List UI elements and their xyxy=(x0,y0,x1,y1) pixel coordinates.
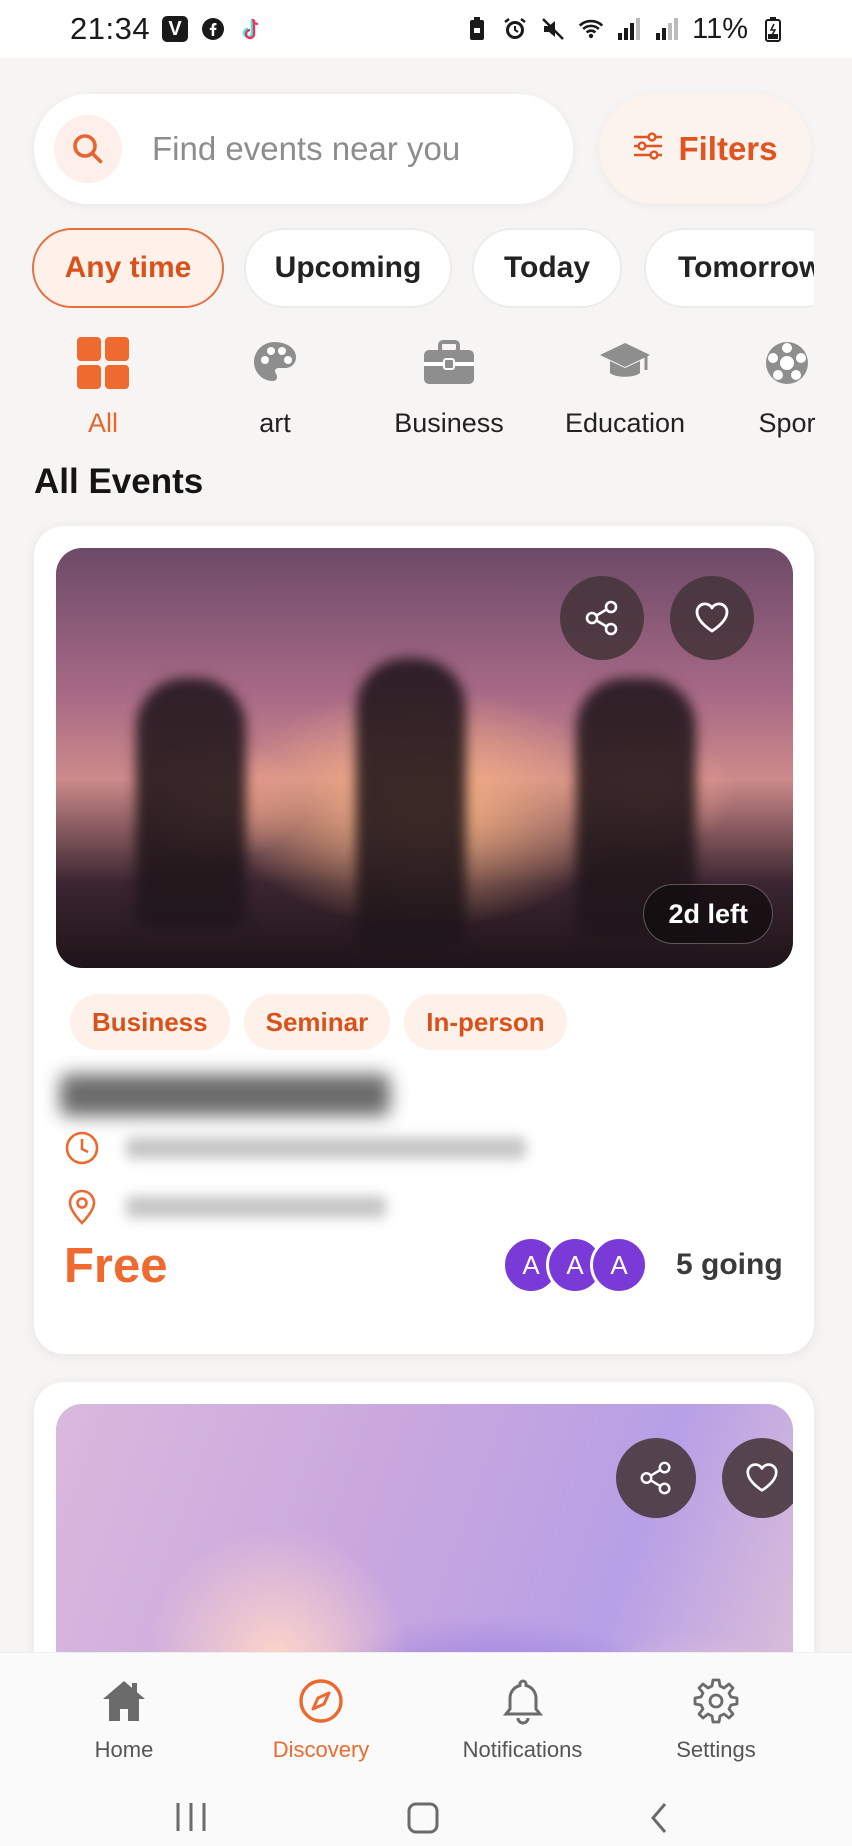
compass-icon xyxy=(256,1675,386,1727)
heart-icon xyxy=(695,602,729,633)
category-education[interactable]: Education xyxy=(555,334,695,439)
nav-home[interactable]: Home xyxy=(64,1675,184,1763)
category-all[interactable]: All xyxy=(53,334,153,439)
event-image: 2d left xyxy=(56,548,793,968)
category-label: Business xyxy=(394,408,504,438)
battery-percent: 11% xyxy=(692,12,748,45)
status-time: 21:34 xyxy=(70,11,151,46)
nav-settings[interactable]: Settings xyxy=(660,1675,772,1763)
heart-icon xyxy=(746,1463,778,1492)
chip-today[interactable]: Today xyxy=(472,228,622,308)
going-count: 5 going xyxy=(676,1248,783,1281)
image-figure xyxy=(136,678,246,928)
briefcase-icon xyxy=(383,334,515,392)
system-navigation-bar xyxy=(0,1801,852,1846)
nav-label: Notifications xyxy=(462,1737,583,1762)
category-sports[interactable]: Spor xyxy=(742,334,832,439)
event-date-row xyxy=(64,1130,526,1166)
bottom-navigation: Home Discovery Notifications Settings xyxy=(0,1652,852,1846)
chip-tomorrow[interactable]: Tomorrow xyxy=(644,228,814,308)
alarm-icon xyxy=(502,16,528,42)
category-label: Spor xyxy=(758,408,816,438)
status-left: 21:34 V xyxy=(70,11,264,47)
chip-upcoming[interactable]: Upcoming xyxy=(244,228,452,308)
location-pin-icon xyxy=(68,1189,96,1225)
favorite-button[interactable] xyxy=(670,576,754,660)
event-date-blurred xyxy=(126,1137,526,1159)
search-input[interactable]: Find events near you xyxy=(152,130,460,168)
tag-seminar: Seminar xyxy=(243,994,391,1050)
tag-business: Business xyxy=(70,994,230,1050)
event-title-blurred xyxy=(60,1074,390,1116)
bell-icon xyxy=(450,1675,595,1727)
tag-list: Business Seminar In-person xyxy=(70,994,567,1050)
time-filter-row: Any time Upcoming Today Tomorrow xyxy=(32,228,814,310)
event-card[interactable]: 2d left Business Seminar In-person Free … xyxy=(34,526,814,1354)
status-bar: 21:34 V 11% xyxy=(0,0,852,58)
avatar: A xyxy=(590,1236,648,1294)
status-right: 11% xyxy=(464,13,786,46)
back-system-button[interactable] xyxy=(648,1801,670,1840)
nav-label: Home xyxy=(94,1737,154,1762)
tiktok-icon xyxy=(238,16,264,42)
event-location-row xyxy=(64,1188,386,1226)
nav-label: Discovery xyxy=(272,1737,370,1762)
category-label: art xyxy=(259,408,291,438)
time-left-badge: 2d left xyxy=(643,884,773,944)
signal-icon xyxy=(616,16,642,42)
share-icon xyxy=(640,1461,671,1495)
search-bar[interactable]: Find events near you xyxy=(34,94,573,204)
nav-label: Settings xyxy=(676,1737,756,1762)
category-business[interactable]: Business xyxy=(383,334,515,439)
graduation-cap-icon xyxy=(555,334,695,392)
wifi-icon xyxy=(578,16,604,42)
section-title: All Events xyxy=(34,462,204,501)
facebook-icon xyxy=(200,16,226,42)
favorite-button[interactable] xyxy=(722,1438,793,1518)
filters-button[interactable]: Filters xyxy=(599,94,811,204)
nav-discovery[interactable]: Discovery xyxy=(256,1675,386,1763)
nav-notifications[interactable]: Notifications xyxy=(450,1675,595,1763)
clock-icon xyxy=(65,1131,99,1165)
event-location-blurred xyxy=(126,1196,386,1218)
home-system-button[interactable] xyxy=(406,1801,440,1840)
attendee-avatars: A A A xyxy=(502,1236,662,1294)
share-icon xyxy=(585,600,618,636)
battery-icon xyxy=(760,16,786,42)
category-art[interactable]: art xyxy=(225,334,325,439)
recent-apps-button[interactable] xyxy=(174,1801,208,1838)
tag-in-person: In-person xyxy=(404,994,567,1050)
chip-any-time[interactable]: Any time xyxy=(32,228,224,308)
category-label: All xyxy=(87,408,118,438)
battery-saver-icon xyxy=(464,16,490,42)
event-price: Free xyxy=(64,1239,168,1293)
sports-icon xyxy=(742,334,832,392)
category-row: All art Business Education Spor xyxy=(0,334,852,444)
search-icon xyxy=(54,115,122,183)
category-label: Education xyxy=(564,408,686,438)
filters-label: Filters xyxy=(678,130,778,167)
image-figure xyxy=(356,658,466,948)
v-app-icon: V xyxy=(162,16,189,42)
share-button[interactable] xyxy=(616,1438,696,1518)
home-icon xyxy=(64,1675,184,1727)
gear-icon xyxy=(660,1675,772,1727)
palette-icon xyxy=(225,334,325,392)
signal-icon xyxy=(654,16,680,42)
share-button[interactable] xyxy=(560,576,644,660)
sliders-icon xyxy=(632,130,664,168)
mute-icon xyxy=(540,16,566,42)
grid-icon xyxy=(53,334,153,392)
